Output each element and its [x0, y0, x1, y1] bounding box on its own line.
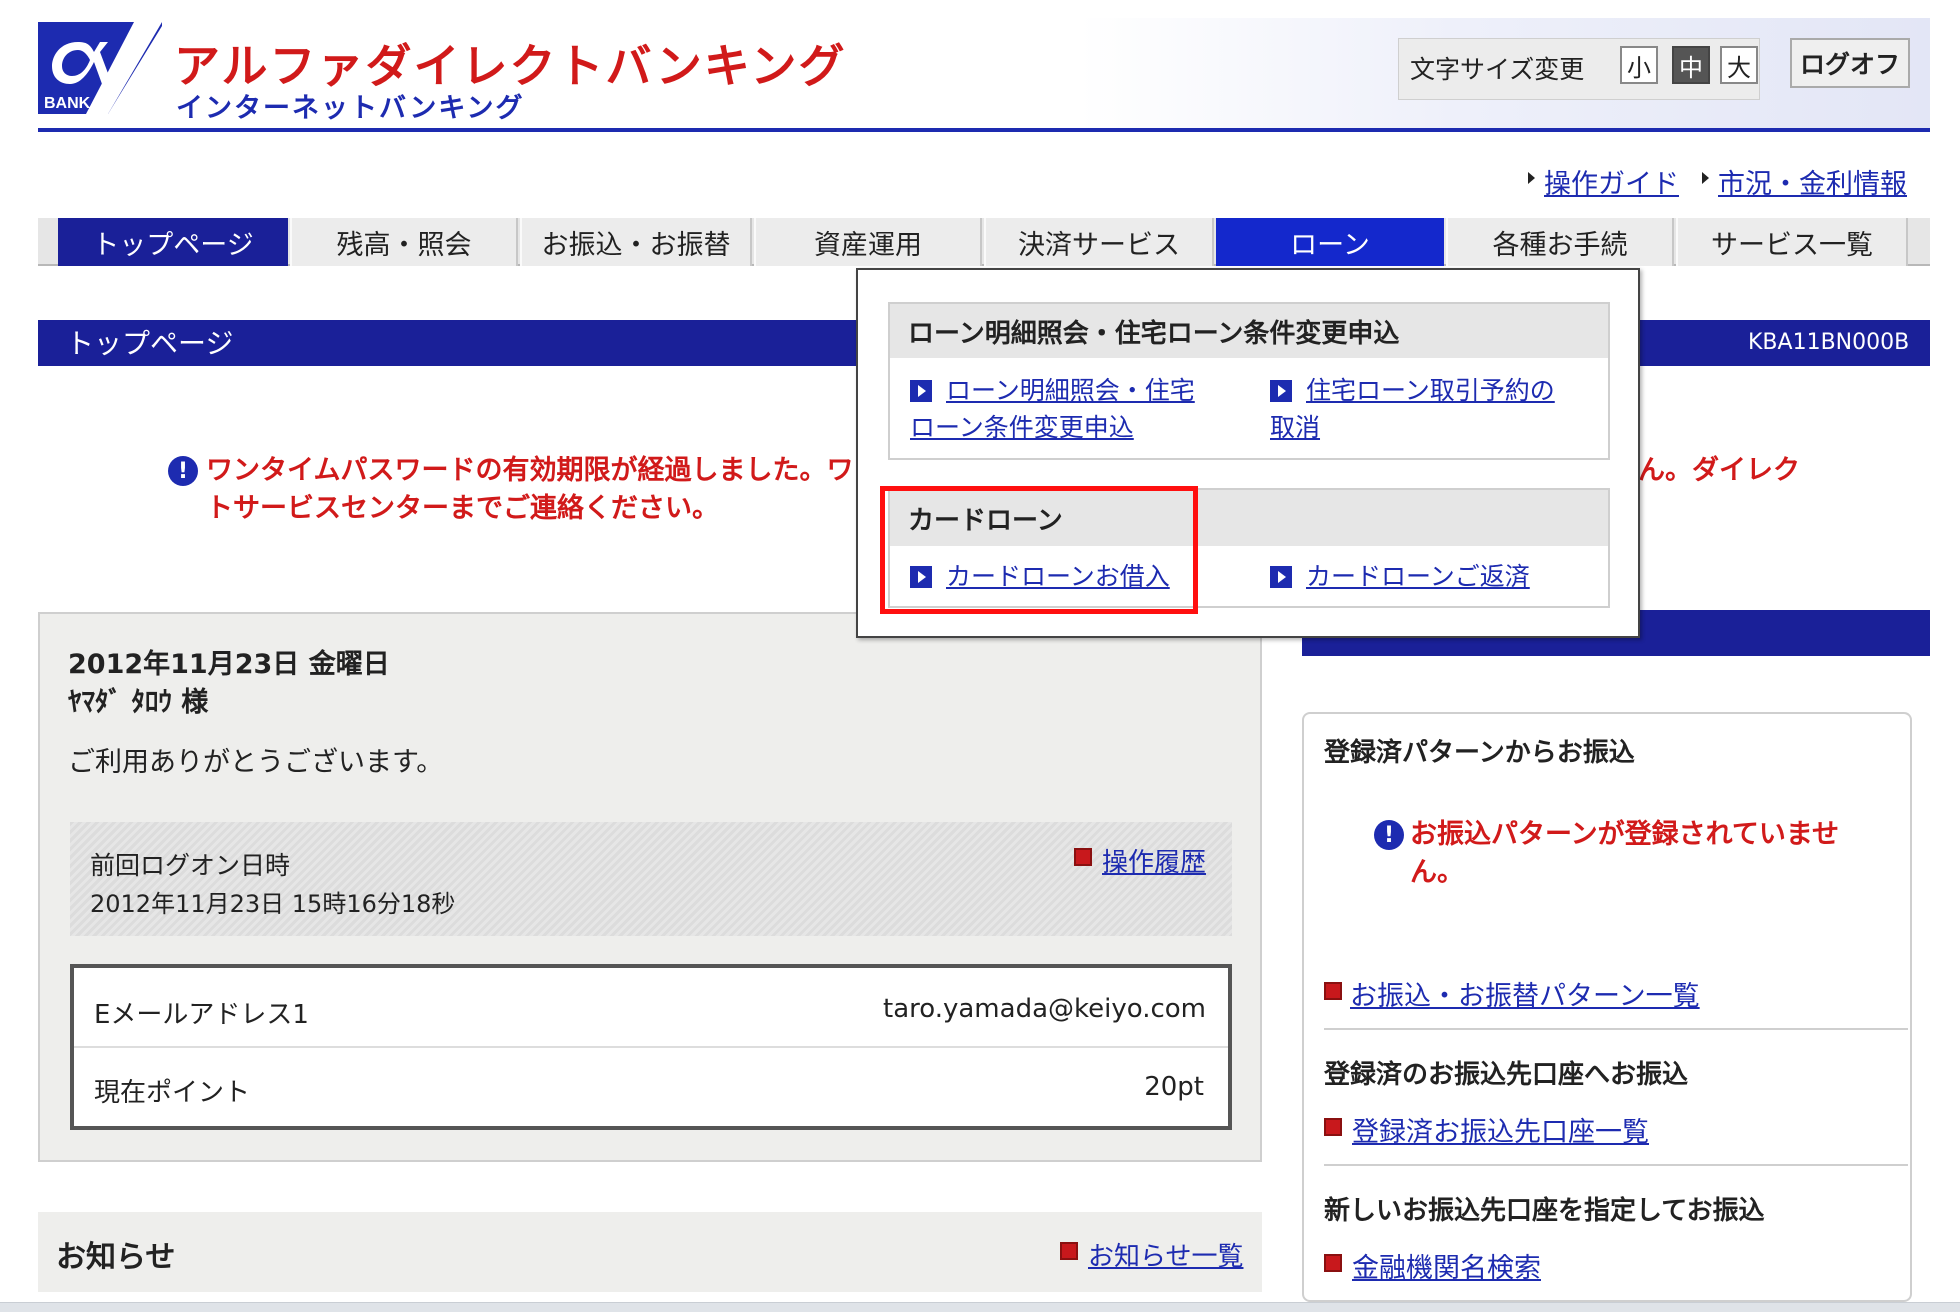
error-message-line2: トサービスセンターまでご連絡ください。: [206, 493, 719, 524]
pattern-error-line1: お振込パターンが登録されていませ: [1410, 819, 1840, 850]
loan-detail-link-line1: ローン明細照会・住宅: [946, 376, 1195, 405]
pattern-list-link-icon: [1324, 982, 1342, 1004]
tab-procedures[interactable]: 各種お手続: [1446, 218, 1674, 266]
page-title: トップページ: [66, 327, 234, 360]
transfer-pattern-list-link[interactable]: お振込・お振替パターン一覧: [1350, 974, 1700, 1013]
error-message-line1: ワンタイムパスワードの有効期限が経過しました。ワ: [206, 455, 854, 486]
divider: [74, 1046, 1228, 1048]
tab-transfers[interactable]: お振込・お振替: [520, 218, 752, 266]
history-link-icon: [1074, 848, 1092, 870]
error-message-line1-tail: ん。ダイレク: [1638, 455, 1800, 486]
pattern-error-line2: ん。: [1410, 857, 1464, 888]
registered-account-title: 登録済のお振込先口座へお振込: [1324, 1060, 1689, 1090]
status-strip: [0, 1302, 1960, 1312]
bank-subtitle: インターネットバンキング: [176, 93, 525, 124]
link-arrow-icon: [1702, 172, 1709, 184]
font-size-large-button[interactable]: 大: [1720, 46, 1758, 84]
operation-guide-link[interactable]: 操作ガイド: [1544, 162, 1679, 201]
logoff-button[interactable]: ログオフ: [1790, 38, 1910, 88]
tab-top-page[interactable]: トップページ: [58, 218, 288, 266]
last-logon-label: 前回ログオン日時: [90, 851, 291, 880]
email-value: taro.yamada@keiyo.com: [883, 994, 1206, 1024]
header-divider: [38, 128, 1930, 132]
operation-history-link[interactable]: 操作履歴: [1102, 842, 1206, 879]
cancel-reservation-link[interactable]: 住宅ローン取引予約の 取消: [1270, 372, 1555, 446]
highlight-box: [880, 486, 1198, 614]
bank-logo: BANK: [38, 22, 162, 114]
logo-text: BANK: [44, 95, 91, 112]
warning-icon: !: [1374, 820, 1404, 850]
cancel-reservation-link-line2: 取消: [1270, 413, 1321, 442]
news-link-icon: [1060, 1242, 1078, 1264]
new-account-title: 新しいお振込先口座を指定してお振込: [1324, 1196, 1765, 1226]
cancel-reservation-link-line1: 住宅ローン取引予約の: [1306, 376, 1555, 405]
welcome-message: ご利用ありがとうございます。: [68, 747, 444, 778]
bank-name-search-link[interactable]: 金融機関名検索: [1352, 1246, 1541, 1285]
registered-account-list-link[interactable]: 登録済お振込先口座一覧: [1352, 1110, 1649, 1149]
points-value: 20pt: [1144, 1072, 1204, 1102]
card-loan-repay-link[interactable]: カードローンご返済: [1306, 558, 1530, 595]
divider: [1324, 1164, 1908, 1166]
divider: [1324, 1028, 1908, 1030]
current-date: 2012年11月23日 金曜日: [68, 649, 390, 680]
news-list-link[interactable]: お知らせ一覧: [1088, 1236, 1243, 1273]
screen-id: KBA11BN000B: [1748, 330, 1910, 355]
registered-pattern-title: 登録済パターンからお振込: [1324, 738, 1635, 768]
link-arrow-icon: [1528, 172, 1535, 184]
font-size-small-button[interactable]: 小: [1620, 46, 1658, 84]
loan-detail-link[interactable]: ローン明細照会・住宅 ローン条件変更申込: [910, 372, 1195, 446]
tab-asset-management[interactable]: 資産運用: [754, 218, 982, 266]
customer-name: ﾔﾏﾀﾞ ﾀﾛｳ 様: [68, 687, 209, 718]
loan-detail-heading: ローン明細照会・住宅ローン条件変更申込: [890, 304, 1608, 358]
account-list-link-icon: [1324, 1118, 1342, 1140]
font-size-label: 文字サイズ変更: [1410, 55, 1585, 84]
news-title: お知らせ: [56, 1240, 176, 1275]
arrow-right-icon: [1270, 380, 1292, 402]
tab-service-list[interactable]: サービス一覧: [1676, 218, 1908, 266]
bank-search-link-icon: [1324, 1254, 1342, 1276]
font-size-medium-button[interactable]: 中: [1672, 46, 1710, 84]
loan-detail-link-line2: ローン条件変更申込: [910, 413, 1134, 442]
market-rates-link[interactable]: 市況・金利情報: [1718, 162, 1907, 201]
news-header: [38, 1212, 1262, 1292]
tab-loan[interactable]: ローン: [1216, 218, 1444, 266]
arrow-right-icon: [1270, 566, 1292, 588]
tab-payment-services[interactable]: 決済サービス: [984, 218, 1214, 266]
points-label: 現在ポイント: [94, 1078, 251, 1108]
last-logon-value: 2012年11月23日 15時16分18秒: [90, 890, 456, 918]
email-label: Eメールアドレス1: [94, 1000, 309, 1030]
arrow-right-icon: [910, 380, 932, 402]
tab-balance-inquiry[interactable]: 残高・照会: [290, 218, 518, 266]
warning-icon: !: [168, 456, 198, 486]
